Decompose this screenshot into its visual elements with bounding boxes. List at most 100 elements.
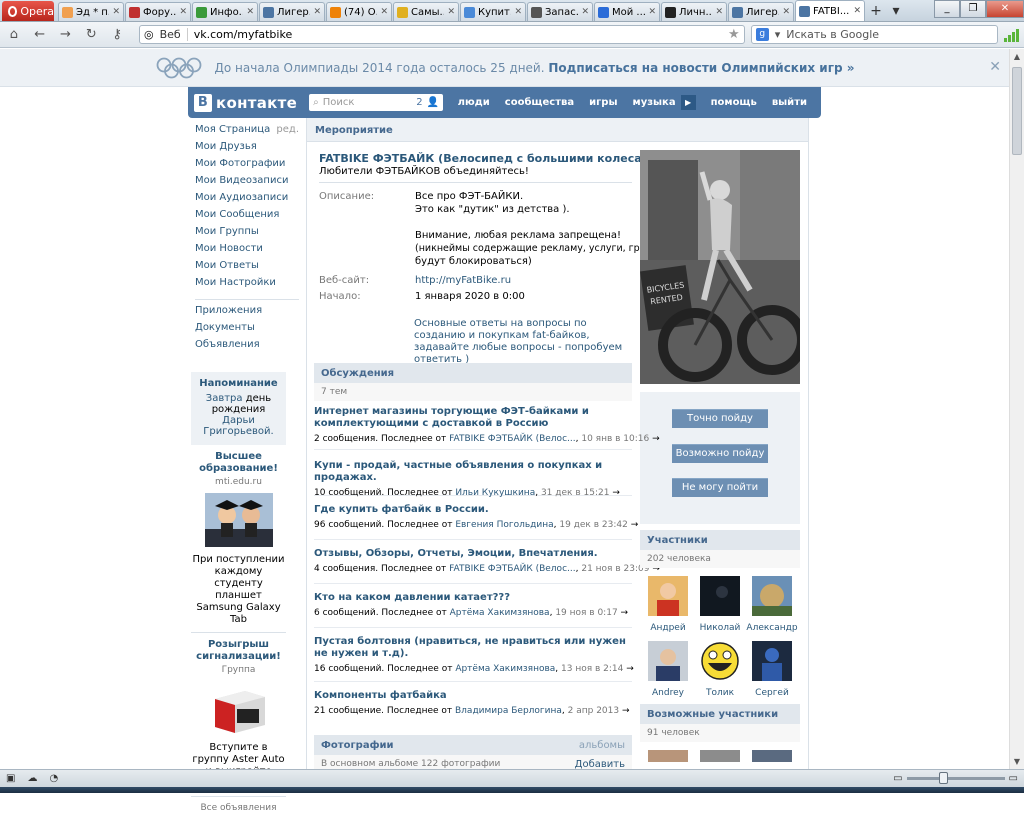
add-photo-link[interactable]: Добавить <box>575 759 625 770</box>
chevron-down-icon[interactable]: ▾ <box>775 28 781 41</box>
member-item[interactable]: Толик <box>694 637 746 702</box>
scrollbar-thumb[interactable] <box>1012 67 1022 155</box>
browser-tab[interactable]: (74) О...✕ <box>326 2 392 21</box>
play-icon[interactable]: ▶ <box>680 95 696 110</box>
tab-close-icon[interactable]: ✕ <box>380 7 388 17</box>
ad-block[interactable]: Высшее образование! mti.edu.ru При посту… <box>191 451 286 626</box>
forward-icon[interactable]: → <box>56 27 76 42</box>
minimize-button[interactable]: _ <box>934 0 960 18</box>
ad-block[interactable]: Розыгрыш сигнализации! Группа Вступите в… <box>191 639 286 790</box>
vk-logo[interactable]: В контакте <box>194 93 297 112</box>
menu-item-ads[interactable]: Объявления <box>195 339 299 356</box>
avatar[interactable] <box>700 641 740 681</box>
tab-close-icon[interactable]: ✕ <box>514 7 522 17</box>
tab-close-icon[interactable]: ✕ <box>112 7 120 17</box>
reminder-link[interactable]: Завтра <box>206 393 243 404</box>
topic-item[interactable]: Кто на каком давлении катает??? 6 сообще… <box>314 592 632 628</box>
menu-item-messages[interactable]: Мои Сообщения <box>195 209 299 226</box>
topic-item[interactable]: Отзывы, Обзоры, Отчеты, Эмоции, Впечатле… <box>314 548 660 584</box>
arrow-icon[interactable]: → <box>622 706 630 716</box>
going-button[interactable]: Точно пойду <box>672 409 768 428</box>
nav-communities[interactable]: сообщества <box>505 97 574 108</box>
topic-title[interactable]: Отзывы, Обзоры, Отчеты, Эмоции, Впечатле… <box>314 548 632 560</box>
tab-close-icon[interactable]: ✕ <box>853 6 861 16</box>
avatar[interactable] <box>648 576 688 616</box>
members-header[interactable]: Участники <box>640 530 800 550</box>
website-link[interactable]: http://myFatBike.ru <box>415 274 625 287</box>
scroll-down-icon[interactable]: ▼ <box>1010 754 1024 769</box>
browser-tab[interactable]: Инфо...✕ <box>192 2 258 21</box>
all-ads-link[interactable]: Все объявления <box>191 803 286 813</box>
menu-item-friends[interactable]: Мои Друзья <box>195 141 299 158</box>
tab-close-icon[interactable]: ✕ <box>715 7 723 17</box>
browser-tab[interactable]: Личн... ✕ <box>661 2 727 21</box>
url-field[interactable]: ◎ Веб vk.com/myfatbike ★ <box>138 25 745 44</box>
menu-item-news[interactable]: Мои Новости <box>195 243 299 260</box>
search-field[interactable]: g ▾ Искать в Google <box>750 25 999 44</box>
topic-author-link[interactable]: Артёма Хакимзянова <box>455 664 555 674</box>
topic-author-link[interactable]: FATBIKE ФЭТБАЙК (Велос... <box>449 434 575 444</box>
zoom-in-icon[interactable]: ▭ <box>1009 773 1018 784</box>
menu-item-apps[interactable]: Приложения <box>195 305 299 322</box>
arrow-icon[interactable]: → <box>612 488 620 498</box>
member-item[interactable]: Сергей <box>746 637 798 702</box>
albums-link[interactable]: альбомы <box>579 740 625 751</box>
topic-author-link[interactable]: Евгения Погольдина <box>455 520 553 530</box>
browser-tab[interactable]: Самы...✕ <box>393 2 459 21</box>
topic-title[interactable]: Компоненты фатбайка <box>314 690 632 702</box>
topic-author-link[interactable]: Артёма Хакимзянова <box>450 608 550 618</box>
menu-item-audio[interactable]: Мои Аудиозаписи <box>195 192 299 209</box>
member-item[interactable]: Николай <box>694 572 746 637</box>
scroll-up-icon[interactable]: ▲ <box>1010 49 1024 64</box>
menu-item-answers[interactable]: Мои Ответы <box>195 260 299 277</box>
olympic-subscribe-link[interactable]: Подписаться на новости Олимпийских игр » <box>548 61 854 75</box>
home-icon[interactable]: ⌂ <box>4 27 24 42</box>
reminder-person-link[interactable]: Дарьи <box>222 415 255 426</box>
topic-author-link[interactable]: Ильи Кукушкина <box>455 488 535 498</box>
menu-item-photos[interactable]: Мои Фотографии <box>195 158 299 175</box>
browser-tab-active[interactable]: FATBI... ✕ <box>795 0 865 21</box>
nav-games[interactable]: игры <box>589 97 617 108</box>
opera-menu-button[interactable]: Opera <box>2 1 54 21</box>
tab-close-icon[interactable]: ✕ <box>313 7 321 17</box>
menu-item-docs[interactable]: Документы <box>195 322 299 339</box>
alarm-box-image[interactable] <box>204 681 273 735</box>
nav-logout[interactable]: выйти <box>772 97 807 108</box>
tab-close-icon[interactable]: ✕ <box>782 7 790 17</box>
menu-item-groups[interactable]: Мои Группы <box>195 226 299 243</box>
vk-search-input[interactable]: ⌕ Поиск 2 👤 <box>309 94 444 111</box>
member-item[interactable]: Andrey <box>642 637 694 702</box>
ad-title[interactable]: Розыгрыш сигнализации! <box>191 639 286 663</box>
page-scrollbar[interactable]: ▲ ▼ <box>1009 49 1024 769</box>
topic-title[interactable]: Интернет магазины торгующие ФЭТ-байками … <box>314 406 632 430</box>
close-window-button[interactable]: ✕ <box>986 0 1024 18</box>
arrow-icon[interactable]: → <box>626 664 634 674</box>
avatar[interactable] <box>752 750 792 762</box>
photos-header[interactable]: Фотографии альбомы <box>314 735 632 755</box>
topic-title[interactable]: Кто на каком давлении катает??? <box>314 592 632 604</box>
topic-item[interactable]: Купи - продай, частные объявления о поку… <box>314 460 632 498</box>
browser-tab[interactable]: Фору... ✕ <box>125 2 191 21</box>
zoom-slider[interactable]: ▭ ▭ <box>893 772 1018 784</box>
possible-members-header[interactable]: Возможные участники <box>640 704 800 724</box>
topic-item[interactable]: Где купить фатбайк в России. 96 сообщени… <box>314 504 638 540</box>
cloud-icon[interactable]: ☁ <box>27 773 37 784</box>
browser-tab[interactable]: Лигер...✕ <box>728 2 794 21</box>
browser-tab[interactable]: Мой ... ✕ <box>594 2 660 21</box>
topic-title[interactable]: Пустая болтовня (нравиться, не нравиться… <box>314 636 632 660</box>
discussions-header[interactable]: Обсуждения <box>314 363 632 383</box>
avatar[interactable] <box>752 576 792 616</box>
browser-tab[interactable]: Лигер...✕ <box>259 2 325 21</box>
topic-title[interactable]: Купи - продай, частные объявления о поку… <box>314 460 632 484</box>
browser-tab[interactable]: Купит...✕ <box>460 2 526 21</box>
menu-item-videos[interactable]: Мои Видеозаписи <box>195 175 299 192</box>
avatar[interactable] <box>700 750 740 762</box>
avatar[interactable] <box>700 576 740 616</box>
not-going-button[interactable]: Не могу пойти <box>672 478 768 497</box>
close-icon[interactable]: ✕ <box>989 59 1001 75</box>
avatar[interactable] <box>648 750 688 762</box>
arrow-icon[interactable]: → <box>621 608 629 618</box>
member-item[interactable] <box>694 746 746 762</box>
graduates-image[interactable] <box>204 493 273 547</box>
avatar[interactable] <box>752 641 792 681</box>
